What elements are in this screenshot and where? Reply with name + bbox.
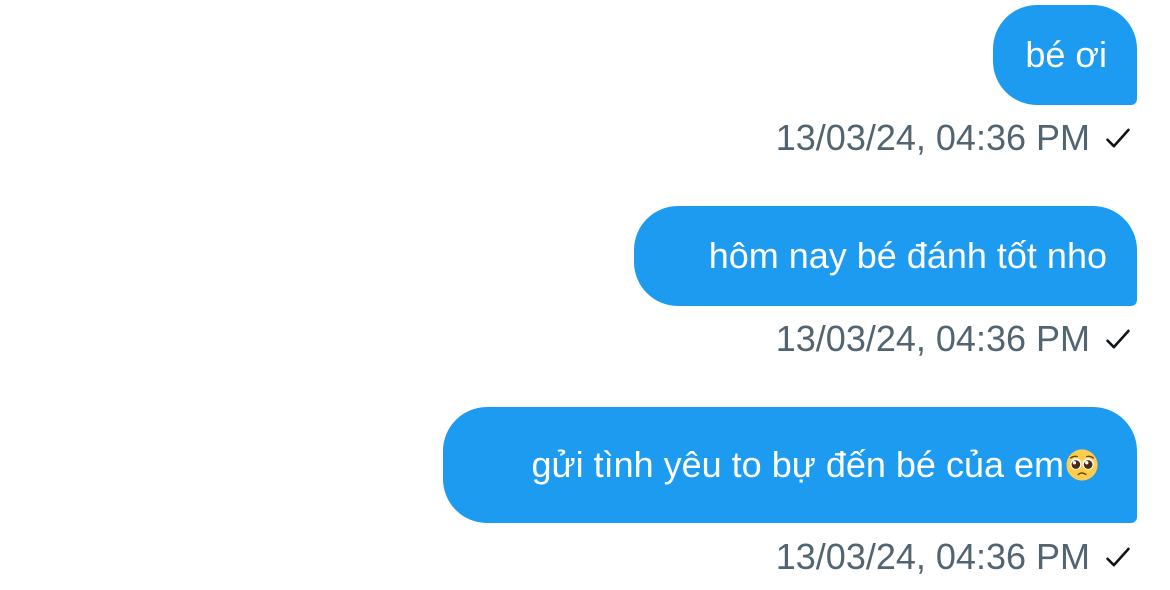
message-meta: 13/03/24, 04:36 PM <box>775 318 1132 359</box>
message-timestamp: 13/03/24, 04:36 PM <box>775 117 1090 158</box>
message-text: gửi tình yêu to bự đến bé của em <box>531 444 1064 485</box>
check-icon <box>1106 547 1130 567</box>
message-bubble[interactable]: hôm nay bé đánh tốt nho <box>634 206 1137 306</box>
message-thread: bé ơi 13/03/24, 04:36 PM hôm nay bé đánh… <box>0 0 1170 590</box>
message-meta: 13/03/24, 04:36 PM <box>775 536 1132 577</box>
message-bubble[interactable]: gửi tình yêu to bự đến bé của em <box>443 407 1137 523</box>
check-icon <box>1106 329 1130 349</box>
message-text: bé ơi <box>1025 34 1107 75</box>
check-icon <box>1106 128 1130 148</box>
message-bubble[interactable]: bé ơi <box>993 5 1137 105</box>
message-text: hôm nay bé đánh tốt nho <box>708 235 1107 276</box>
pleading-face-emoji-icon <box>1066 449 1098 481</box>
message-timestamp: 13/03/24, 04:36 PM <box>775 318 1090 359</box>
message-meta: 13/03/24, 04:36 PM <box>775 117 1132 158</box>
message-timestamp: 13/03/24, 04:36 PM <box>775 536 1090 577</box>
